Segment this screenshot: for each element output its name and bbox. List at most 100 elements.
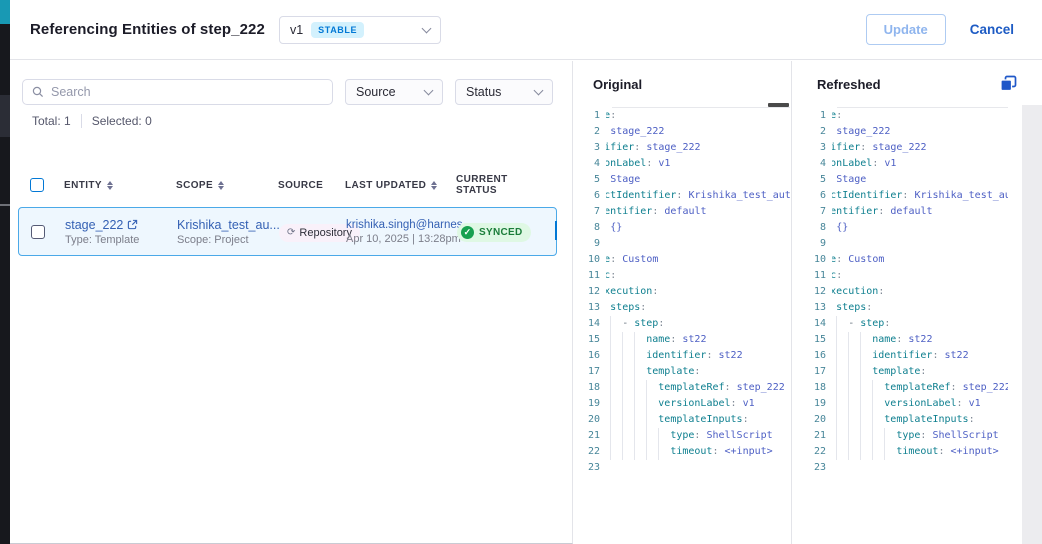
scope-cell: Krishika_test_au... Scope: Project <box>177 218 279 246</box>
code-line: 21 type: ShellScript <box>793 428 1042 444</box>
line-number: 11 <box>573 268 606 284</box>
status-badge: ✓ SYNCED <box>457 223 531 242</box>
row-checkbox[interactable] <box>31 225 45 239</box>
line-number: 21 <box>573 428 606 444</box>
code-line: 8 tags: {} <box>573 220 791 236</box>
source-filter-dropdown[interactable]: Source <box>345 79 443 105</box>
line-number: 20 <box>793 412 832 428</box>
code-line: 16 identifier: st22 <box>573 348 791 364</box>
last-updated-cell: krishika.singh@harnes... Apr 10, 2025 | … <box>346 219 457 245</box>
chevron-down-icon <box>424 86 434 96</box>
line-number: 3 <box>573 140 606 156</box>
entity-list-panel: Source Status Total: 1 Selected: 0 ENTIT… <box>10 61 573 544</box>
search-input[interactable] <box>51 85 323 99</box>
entity-type: Type: Template <box>65 234 177 246</box>
code-line: 22 timeout: <+input> <box>573 444 791 460</box>
line-number: 4 <box>573 156 606 172</box>
background-nav-accent <box>0 0 10 24</box>
update-button[interactable]: Update <box>866 14 946 45</box>
original-panel: Original 1template:2 name: stage_2223 id… <box>573 61 792 544</box>
background-divider <box>0 204 10 206</box>
page-title: Referencing Entities of step_222 <box>30 21 265 38</box>
code-line: 2 name: stage_222 <box>573 124 791 140</box>
refreshed-panel: Refreshed 1template:2 name: stage_2223 i… <box>793 61 1042 544</box>
sort-icon <box>107 181 113 190</box>
code-line: 19 versionLabel: v1 <box>793 396 1042 412</box>
source-cell: ⟳ Repository <box>279 222 346 242</box>
line-number: 2 <box>573 124 606 140</box>
source-filter-label: Source <box>356 85 396 99</box>
cancel-button[interactable]: Cancel <box>970 22 1014 37</box>
line-number: 6 <box>793 188 832 204</box>
entity-cell: stage_222 Type: Template <box>65 218 177 246</box>
code-line: 13 steps: <box>793 300 1042 316</box>
version-select[interactable]: v1 STABLE <box>279 16 441 44</box>
code-line: 23 <box>793 460 1042 476</box>
code-line: 3 identifier: stage_222 <box>573 140 791 156</box>
sort-icon <box>218 181 224 190</box>
line-number: 19 <box>573 396 606 412</box>
scope-name-link[interactable]: Krishika_test_au... <box>177 218 280 232</box>
line-number: 19 <box>793 396 832 412</box>
external-link-icon[interactable] <box>127 219 138 230</box>
line-number: 17 <box>793 364 832 380</box>
chevron-right-icon[interactable] <box>555 221 557 240</box>
code-line: 8 tags: {} <box>793 220 1042 236</box>
code-line: 14 - step: <box>793 316 1042 332</box>
code-line: 13 steps: <box>573 300 791 316</box>
status-filter-label: Status <box>466 85 501 99</box>
code-line: 17 template: <box>793 364 1042 380</box>
line-number: 18 <box>573 380 606 396</box>
line-number: 22 <box>793 444 832 460</box>
updated-at: Apr 10, 2025 | 13:28pm <box>346 233 457 245</box>
code-line: 17 template: <box>573 364 791 380</box>
line-number: 16 <box>573 348 606 364</box>
summary-divider <box>81 114 82 128</box>
refreshed-code-editor[interactable]: 1template:2 name: stage_2223 identifier:… <box>793 108 1042 476</box>
line-number: 16 <box>793 348 832 364</box>
entity-name-link[interactable]: stage_222 <box>65 218 123 232</box>
line-number: 7 <box>573 204 606 220</box>
column-header-scope[interactable]: SCOPE <box>176 180 278 191</box>
row-expand-cell <box>549 223 557 241</box>
line-number: 5 <box>573 172 606 188</box>
select-all-checkbox[interactable] <box>30 178 44 192</box>
code-line: 19 versionLabel: v1 <box>573 396 791 412</box>
stable-badge: STABLE <box>311 22 364 38</box>
column-header-source: SOURCE <box>278 180 345 191</box>
total-count: Total: 1 <box>32 114 71 128</box>
line-number: 15 <box>793 332 832 348</box>
repository-icon: ⟳ <box>287 228 295 238</box>
modal-body: Source Status Total: 1 Selected: 0 ENTIT… <box>10 61 1042 544</box>
background-nav-item <box>0 95 10 137</box>
line-number: 7 <box>793 204 832 220</box>
line-number: 20 <box>573 412 606 428</box>
line-number: 3 <box>793 140 832 156</box>
line-number: 23 <box>793 460 832 476</box>
line-number: 14 <box>573 316 606 332</box>
selection-summary: Total: 1 Selected: 0 <box>32 114 152 128</box>
code-line: 12 execution: <box>573 284 791 300</box>
original-code-editor[interactable]: 1template:2 name: stage_2223 identifier:… <box>573 108 791 476</box>
yaml-diff-area: Original 1template:2 name: stage_2223 id… <box>573 61 1042 544</box>
copy-icon[interactable] <box>1000 75 1017 92</box>
line-number: 11 <box>793 268 832 284</box>
line-number: 2 <box>793 124 832 140</box>
code-line: 6 projectIdentifier: Krishika_test_aut <box>573 188 791 204</box>
line-number: 1 <box>793 108 832 124</box>
table-row[interactable]: stage_222 Type: Template Krishika_test_a… <box>18 207 557 256</box>
code-line: 22 timeout: <+input> <box>793 444 1042 460</box>
status-filter-dropdown[interactable]: Status <box>455 79 553 105</box>
code-line: 4 versionLabel: v1 <box>573 156 791 172</box>
chevron-down-icon <box>422 23 432 33</box>
line-number: 18 <box>793 380 832 396</box>
code-line: 21 type: ShellScript <box>573 428 791 444</box>
line-number: 21 <box>793 428 832 444</box>
column-header-last-updated[interactable]: LAST UPDATED <box>345 180 456 191</box>
updated-by-link[interactable]: krishika.singh@harnes... <box>346 219 472 231</box>
line-number: 22 <box>573 444 606 460</box>
code-line: 1template: <box>793 108 1042 124</box>
column-header-entity[interactable]: ENTITY <box>64 180 176 191</box>
line-number: 10 <box>573 252 606 268</box>
code-line: 20 templateInputs: <box>573 412 791 428</box>
